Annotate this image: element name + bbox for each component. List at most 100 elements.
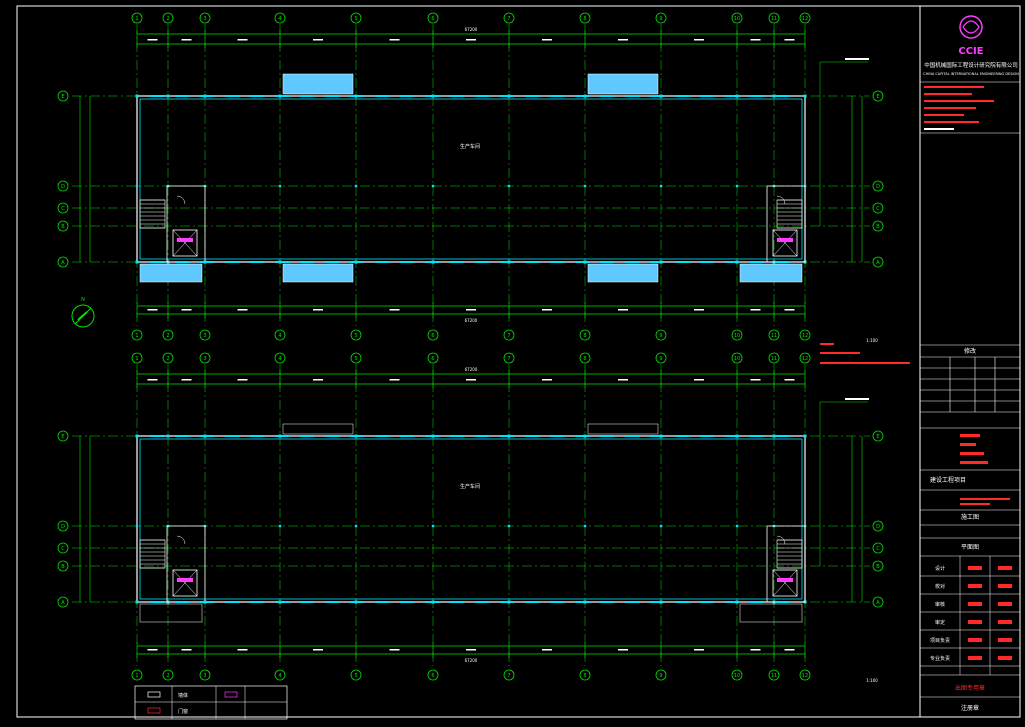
window-mark <box>775 261 789 263</box>
window-mark <box>625 601 639 603</box>
window-mark <box>650 95 664 97</box>
window-mark <box>675 261 689 263</box>
overall-dimension: 67200 <box>465 27 478 32</box>
structural-column <box>583 524 587 528</box>
window-mark <box>700 601 714 603</box>
window-mark <box>575 601 589 603</box>
window-mark <box>750 95 764 97</box>
structural-column <box>803 434 807 438</box>
window-mark <box>475 261 489 263</box>
leader-text-mark <box>845 398 869 400</box>
note-red-mark <box>820 343 834 345</box>
signature-mark <box>968 656 982 660</box>
elevator-label-mark <box>777 578 793 582</box>
window-mark <box>375 95 389 97</box>
window-mark <box>375 601 389 603</box>
loading-dock <box>282 263 354 283</box>
grid-label: 9 <box>659 333 662 339</box>
window-mark <box>275 435 289 437</box>
dim-value-mark <box>313 379 323 381</box>
window-mark <box>775 435 789 437</box>
window-mark <box>650 435 664 437</box>
window-mark <box>325 261 339 263</box>
signoff-role: 审核 <box>935 601 945 608</box>
grid-label: E <box>61 94 64 100</box>
grid-label: 6 <box>431 16 434 22</box>
window-mark <box>275 261 289 263</box>
window-mark <box>200 435 214 437</box>
note-red-mark <box>820 362 910 364</box>
grid-label: 2 <box>166 333 169 339</box>
grid-label: A <box>61 600 65 606</box>
window-mark <box>600 95 614 97</box>
company-logo-text: CCIE <box>958 46 983 57</box>
grid-label: B <box>61 224 65 230</box>
window-mark <box>250 435 264 437</box>
window-mark <box>525 601 539 603</box>
dim-value-mark <box>694 39 704 41</box>
exterior-wall <box>136 435 806 603</box>
window-mark <box>550 95 564 97</box>
title-block-notes <box>920 81 1020 346</box>
structural-column <box>354 524 358 528</box>
window-mark <box>700 261 714 263</box>
grid-label: D <box>876 524 880 530</box>
grid-label: 10 <box>734 16 740 22</box>
grid-label: 5 <box>354 333 357 339</box>
window-mark <box>675 95 689 97</box>
window-mark <box>350 601 364 603</box>
structural-column <box>135 94 139 98</box>
dim-value-mark <box>237 309 248 311</box>
grid-label: 12 <box>802 333 808 339</box>
grid-label: 4 <box>278 333 281 339</box>
upper-floor-plan: 6720067200112233445566778899101011111212… <box>57 12 910 364</box>
grid-label: 3 <box>203 356 206 362</box>
window-mark <box>650 261 664 263</box>
north-label: N <box>81 297 85 303</box>
cad-canvas: CCIE 中国机械国际工程设计研究院有限公司 CHINA CAPITAL INT… <box>0 0 1025 723</box>
room-label: 生产车间 <box>460 143 480 150</box>
window-mark <box>400 95 414 97</box>
window-mark <box>425 261 439 263</box>
window-mark <box>350 261 364 263</box>
structural-column <box>278 524 282 528</box>
grid-label: 10 <box>734 673 740 679</box>
window-mark <box>150 435 164 437</box>
dim-value-mark <box>313 309 323 311</box>
project-info: 建设工程项目 施工图 平面图 <box>920 427 1020 557</box>
window-mark <box>200 95 214 97</box>
leader-text-mark <box>845 58 869 60</box>
window-mark <box>300 95 314 97</box>
structural-column <box>166 434 170 438</box>
grid-label: 10 <box>734 333 740 339</box>
window-mark <box>725 601 739 603</box>
overall-dimension: 67200 <box>465 367 478 372</box>
note-red-mark <box>820 352 860 354</box>
legend-window-swatch <box>224 691 238 698</box>
window-mark <box>400 261 414 263</box>
window-mark <box>725 95 739 97</box>
structural-column <box>354 184 358 188</box>
grid-label: E <box>876 94 879 100</box>
grid-label: 7 <box>507 333 510 339</box>
loading-dock <box>739 263 803 283</box>
grid-label: 11 <box>771 333 777 339</box>
structural-column <box>507 184 511 188</box>
dim-value-mark <box>389 649 400 651</box>
grid-label: 9 <box>659 16 662 22</box>
window-mark <box>650 601 664 603</box>
grid-label: 7 <box>507 356 510 362</box>
window-mark <box>225 261 239 263</box>
dim-value-mark <box>389 39 400 41</box>
window-mark <box>200 601 214 603</box>
dim-value-mark <box>389 379 400 381</box>
grid-label: B <box>876 224 880 230</box>
window-mark <box>750 435 764 437</box>
dim-value-mark <box>784 39 795 41</box>
signoff-table: 设计校对审核审定项目负责专业负责 <box>920 556 1020 675</box>
grid-label: 2 <box>166 16 169 22</box>
dim-value-mark <box>784 309 795 311</box>
window-mark <box>750 261 764 263</box>
title-block-footer: 出图专用章 注册章 <box>920 674 1020 712</box>
signature-mark <box>968 566 982 570</box>
